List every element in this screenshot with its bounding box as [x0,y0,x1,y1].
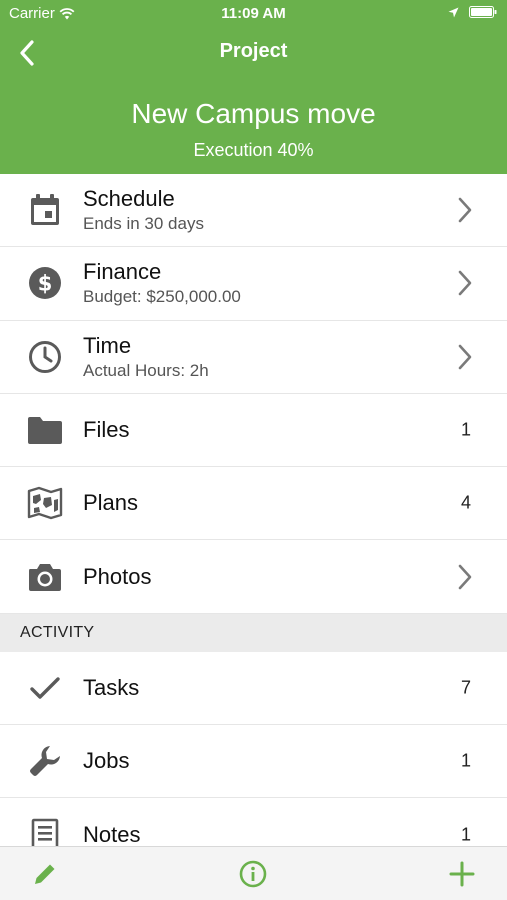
tasks-row[interactable]: Tasks 7 [0,651,507,726]
project-header: Project New Campus move Execution 40% [0,28,507,174]
row-subtitle: Actual Hours: 2h [83,360,209,380]
edit-button[interactable] [30,859,60,889]
project-menu-list: Schedule Ends in 30 days $ Finance Budge… [0,174,507,872]
jobs-count: 1 [460,750,471,771]
time-row[interactable]: Time Actual Hours: 2h [0,320,507,394]
checkmark-icon [26,669,64,707]
schedule-text: Schedule Ends in 30 days [83,186,204,234]
row-label: Photos [83,563,152,589]
plans-text: Plans [83,490,138,516]
plans-count: 4 [460,492,471,513]
status-time: 11:09 AM [221,5,286,22]
row-label: Time [83,332,132,358]
row-label: Tasks [83,674,140,700]
notes-count: 1 [460,824,471,845]
wrench-icon [26,742,64,780]
clock-icon [26,338,64,376]
time-text: Time Actual Hours: 2h [83,333,209,381]
notes-text: Notes [83,822,140,848]
finance-row[interactable]: $ Finance Budget: $250,000.00 [0,247,507,321]
status-right [448,6,497,18]
battery-icon [469,6,497,18]
location-arrow-icon [448,7,459,17]
row-label: Files [83,417,130,443]
chevron-right-icon [458,564,472,589]
finance-text: Finance Budget: $250,000.00 [83,259,241,307]
plus-icon [449,861,475,887]
photos-row[interactable]: Photos [0,540,507,614]
chevron-right-icon [458,344,472,370]
add-button[interactable] [447,859,477,889]
row-subtitle: Budget: $250,000.00 [83,287,241,307]
tasks-text: Tasks [83,675,139,701]
project-name: New Campus move [131,98,376,129]
jobs-text: Jobs [83,748,129,774]
camera-icon [26,558,64,596]
files-text: Files [83,417,129,443]
row-label: Notes [83,821,141,847]
map-icon [26,484,64,522]
info-icon [239,860,267,888]
photos-text: Photos [83,564,152,590]
bottom-toolbar [0,846,507,900]
status-bar: Carrier 11:09 AM [0,0,507,28]
row-label: Schedule [83,186,175,212]
calendar-icon [26,191,64,229]
dollar-icon: $ [26,264,64,302]
svg-text:$: $ [38,272,53,296]
row-label: Plans [83,490,139,516]
plans-row[interactable]: Plans 4 [0,467,507,541]
files-row[interactable]: Files 1 [0,393,507,468]
row-label: Jobs [83,748,130,774]
pencil-icon [35,864,55,884]
jobs-row[interactable]: Jobs 1 [0,725,507,799]
row-subtitle: Ends in 30 days [83,214,204,234]
chevron-right-icon [458,271,472,296]
nav-title: Project [219,40,288,62]
row-label: Finance [83,259,162,285]
chevron-right-icon [458,197,472,223]
project-status: Execution 40% [193,140,314,160]
schedule-row[interactable]: Schedule Ends in 30 days [0,174,507,248]
files-count: 1 [460,419,471,440]
folder-icon [26,411,64,449]
tasks-count: 7 [460,677,471,698]
activity-section-header: ACTIVITY [0,613,507,652]
info-button[interactable] [238,859,268,889]
